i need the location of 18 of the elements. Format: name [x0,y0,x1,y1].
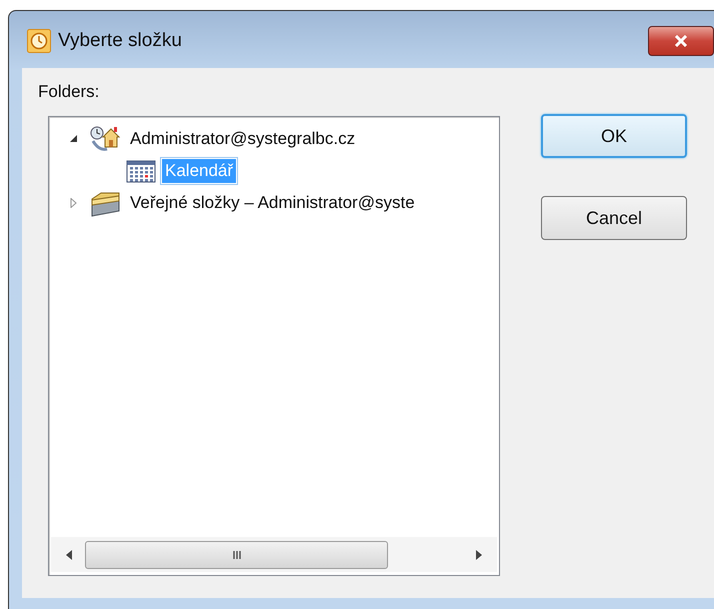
scrollbar-thumb[interactable] [85,540,388,568]
scroll-right-icon[interactable] [475,550,483,560]
expand-arrow-icon[interactable] [69,198,79,208]
mailbox-icon [89,125,121,153]
cancel-button[interactable]: Cancel [541,196,687,240]
horizontal-scrollbar[interactable] [51,537,497,572]
folder-item[interactable]: Administrator@systegralbc.cz [127,127,358,151]
window-title: Vyberte složku [58,30,183,52]
grip-icon [232,550,242,560]
close-button[interactable] [648,26,714,56]
calendar-icon [126,159,156,183]
folders-label: Folders: [38,82,100,102]
folder-item[interactable]: Veřejné složky – Administrator@syste [127,191,418,215]
scroll-left-icon[interactable] [65,550,73,560]
clock-icon [27,28,51,52]
close-icon [674,34,688,46]
ok-button[interactable]: OK [541,114,687,158]
collapse-arrow-icon[interactable] [69,134,79,144]
